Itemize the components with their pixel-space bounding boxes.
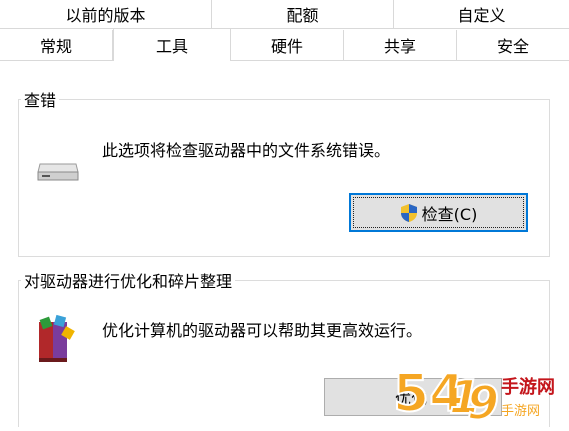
svg-text:手游网: 手游网 [501, 376, 555, 398]
error-check-description: 此选项将检查驱动器中的文件系统错误。 [102, 141, 391, 160]
tab-hardware[interactable]: 硬件 [231, 30, 344, 61]
error-check-title: 查错 [21, 87, 60, 111]
tab-row-top: 以前的版本 配额 自定义 [0, 0, 569, 29]
optimize-description: 优化计算机的驱动器可以帮助其更高效运行。 [102, 321, 423, 340]
tab-row-bottom: 常规 工具 硬件 共享 安全 [0, 28, 569, 61]
tab-customize[interactable]: 自定义 [394, 0, 569, 28]
check-button[interactable]: 检查(C) [349, 193, 528, 232]
shield-icon [400, 203, 418, 223]
drive-icon [36, 158, 80, 188]
tab-quota[interactable]: 配额 [212, 0, 394, 28]
tab-previous-versions[interactable]: 以前的版本 [0, 0, 212, 28]
tab-general[interactable]: 常规 [0, 30, 113, 61]
svg-text:手游网: 手游网 [501, 404, 540, 419]
check-button-label: 检查(C) [421, 204, 478, 224]
svg-text:9: 9 [467, 376, 499, 427]
tab-security[interactable]: 安全 [457, 30, 569, 61]
watermark: 54 1 9 手游网 手游网 [389, 357, 569, 431]
tab-sharing[interactable]: 共享 [344, 30, 457, 61]
error-check-group: 查错 此选项将检查驱动器中的文件系统错误。 检查(C) [18, 87, 550, 257]
optimize-title: 对驱动器进行优化和碎片整理 [21, 268, 236, 292]
defrag-icon [33, 314, 81, 368]
tab-tools[interactable]: 工具 [113, 28, 231, 61]
